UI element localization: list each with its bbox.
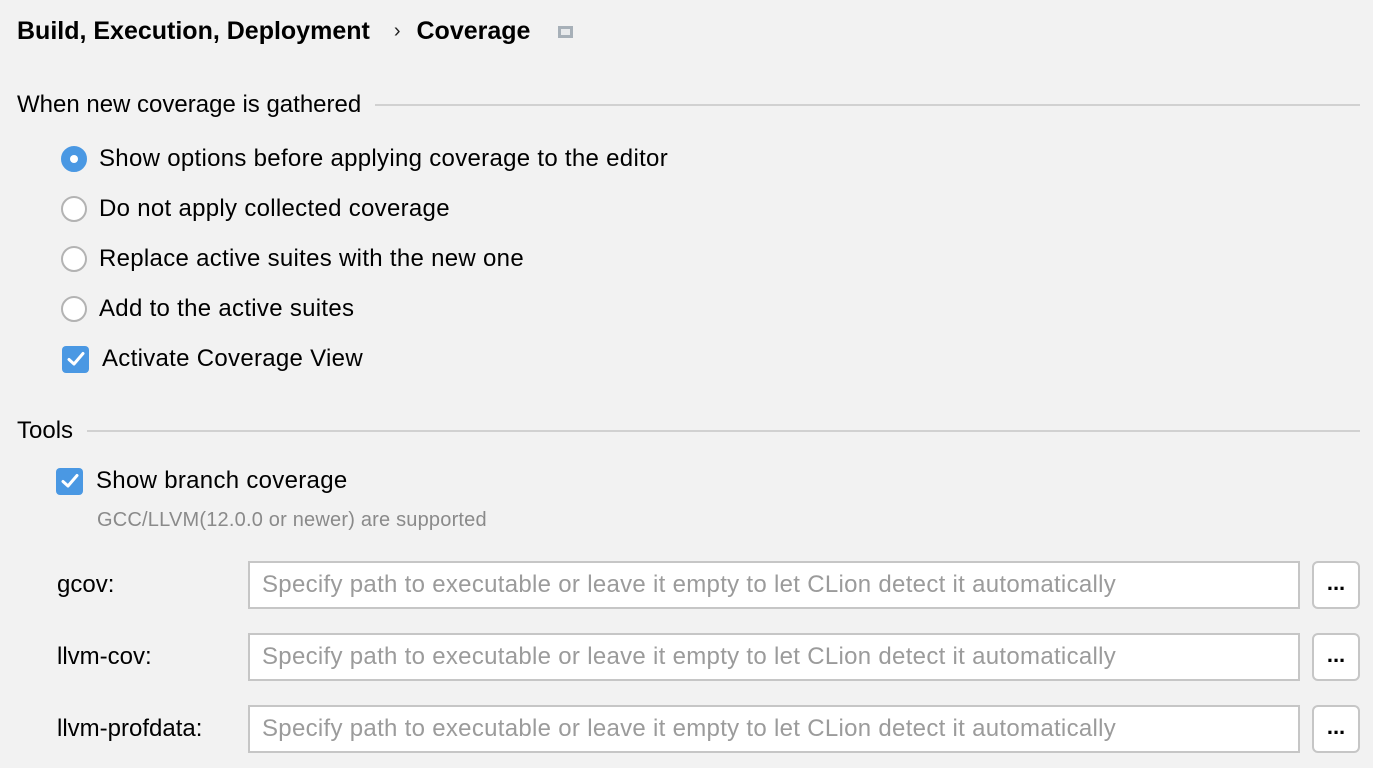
section-title: Tools [17, 417, 74, 444]
llvm-profdata-browse-button[interactable]: ... [1312, 705, 1360, 753]
gcov-label: gcov: [57, 571, 115, 598]
radio-show-options[interactable]: Show options before applying coverage to… [61, 143, 668, 175]
breadcrumb-parent[interactable]: Build, Execution, Deployment [17, 17, 370, 46]
radio-label: Show options before applying coverage to… [99, 145, 668, 172]
gcov-path-input[interactable] [248, 561, 1300, 609]
radio-label: Add to the active suites [99, 295, 355, 322]
llvm-profdata-path-input[interactable] [248, 705, 1300, 753]
checkbox-show-branch-coverage[interactable]: Show branch coverage [56, 465, 347, 497]
radio-button-icon[interactable] [61, 296, 87, 322]
window-icon[interactable] [558, 26, 574, 38]
llvm-profdata-label: llvm-profdata: [57, 715, 203, 742]
radio-replace-suites[interactable]: Replace active suites with the new one [61, 243, 524, 275]
radio-button-icon[interactable] [61, 196, 87, 222]
checkbox-activate-coverage-view[interactable]: Activate Coverage View [62, 343, 363, 375]
section-divider [375, 104, 1360, 106]
llvm-cov-label: llvm-cov: [57, 643, 152, 670]
radio-label: Do not apply collected coverage [99, 195, 450, 222]
page-title: Coverage [416, 16, 531, 45]
breadcrumb: Build, Execution, Deployment › Coverage [17, 14, 574, 48]
radio-label: Replace active suites with the new one [99, 245, 524, 272]
radio-button-icon[interactable] [61, 246, 87, 272]
checkbox-label: Activate Coverage View [102, 345, 363, 372]
llvm-cov-path-input[interactable] [248, 633, 1300, 681]
llvm-cov-browse-button[interactable]: ... [1312, 633, 1360, 681]
gcov-browse-button[interactable]: ... [1312, 561, 1360, 609]
section-divider [87, 430, 1360, 432]
breadcrumb-separator: › [393, 19, 401, 42]
checkbox-checked-icon[interactable] [62, 345, 89, 373]
support-hint: GCC/LLVM(12.0.0 or newer) are supported [97, 509, 487, 531]
checkbox-checked-icon[interactable] [56, 467, 83, 495]
checkbox-label: Show branch coverage [96, 467, 348, 494]
radio-button-icon[interactable] [61, 146, 87, 172]
section-title: When new coverage is gathered [17, 91, 362, 118]
radio-do-not-apply[interactable]: Do not apply collected coverage [61, 193, 450, 225]
radio-add-to-suites[interactable]: Add to the active suites [61, 293, 354, 325]
section-when-gathered: When new coverage is gathered [17, 90, 1360, 120]
section-tools: Tools [17, 416, 1360, 446]
